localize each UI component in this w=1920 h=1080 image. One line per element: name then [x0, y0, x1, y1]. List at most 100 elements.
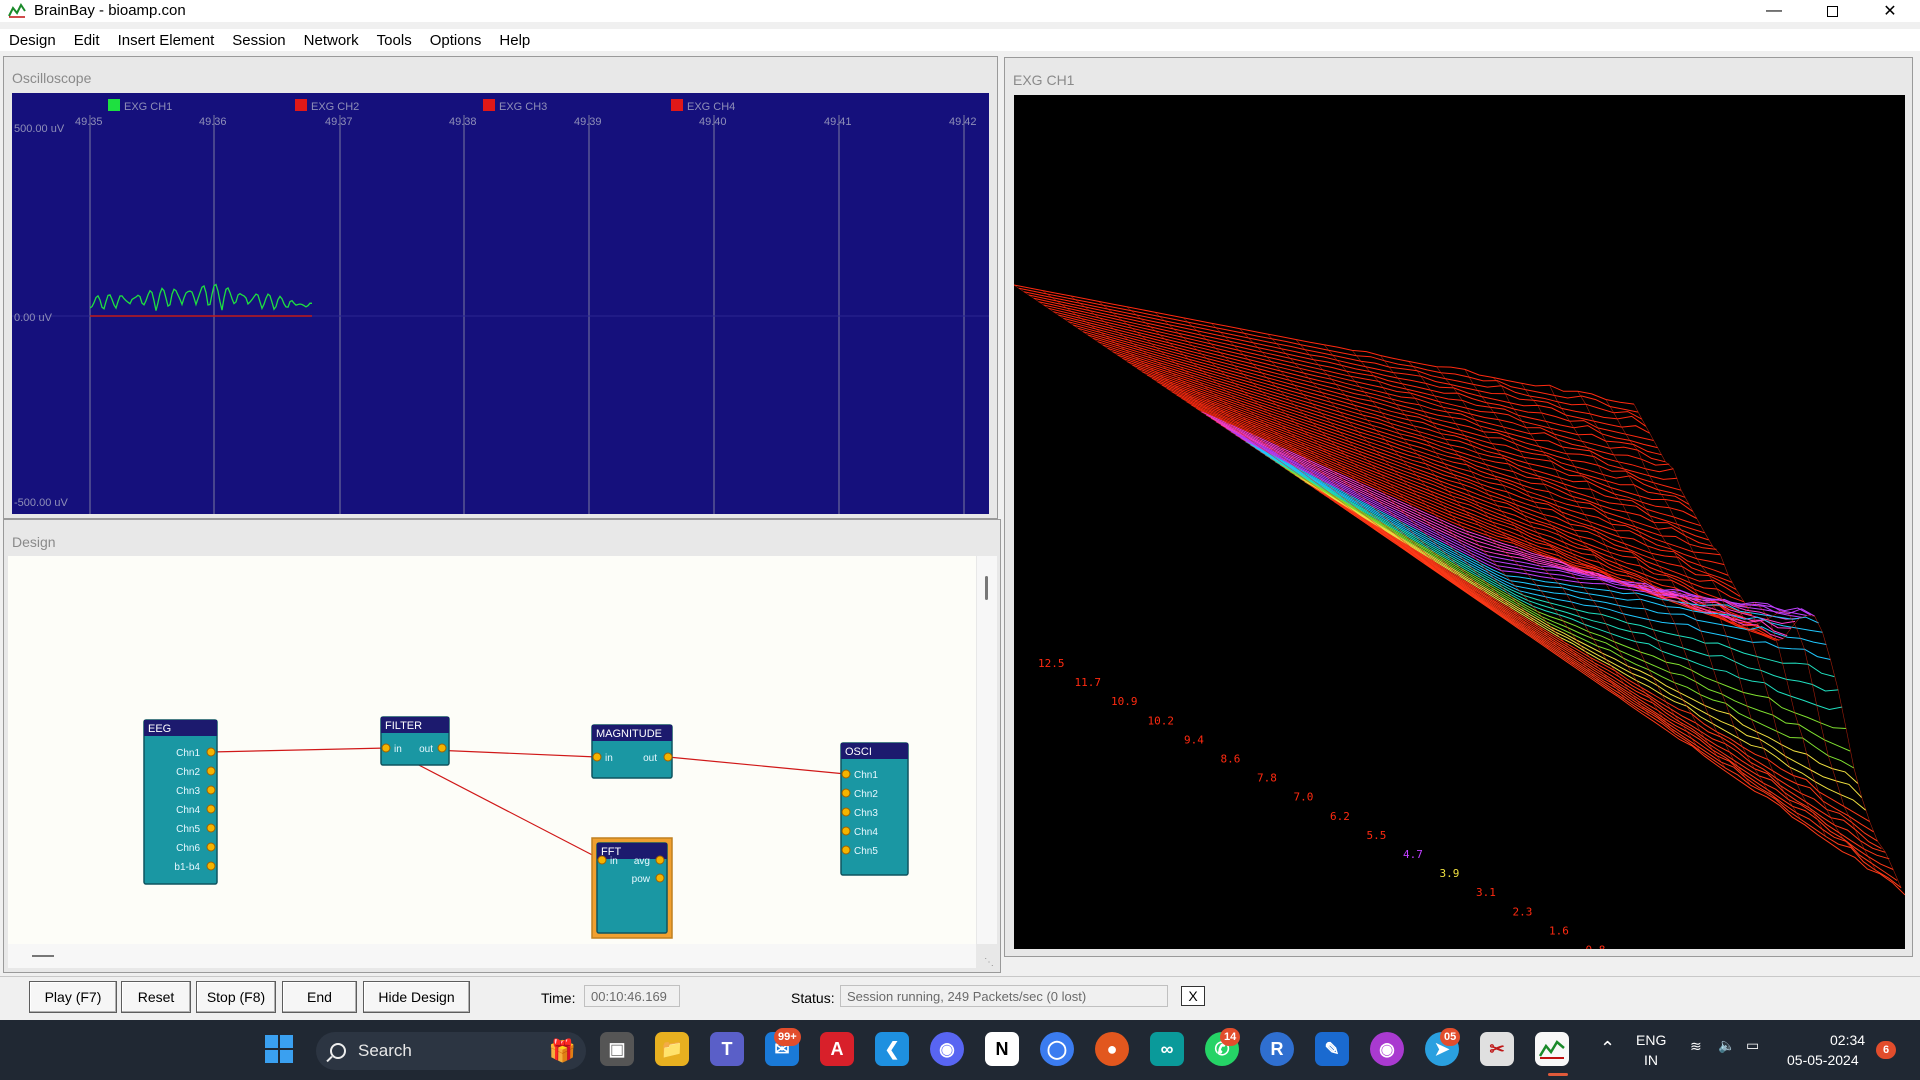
battery-icon[interactable]: ▭ — [1746, 1037, 1759, 1054]
menu-design[interactable]: Design — [0, 29, 65, 51]
reset-button[interactable]: Reset — [121, 981, 191, 1013]
port-label: Chn6 — [176, 843, 200, 854]
filter-element-title: FILTER — [385, 720, 422, 732]
horizontal-scroll-thumb[interactable] — [32, 955, 54, 957]
menu-insert-element[interactable]: Insert Element — [109, 29, 224, 51]
eeg-element-body — [143, 719, 218, 885]
spectrum-column-line — [1408, 361, 1701, 752]
menu-tools[interactable]: Tools — [368, 29, 421, 51]
port-connector — [597, 855, 607, 865]
taskbar-search[interactable]: Search 🎁 — [316, 1032, 586, 1070]
menu-help[interactable]: Help — [490, 29, 539, 51]
spectrum-3d-plot[interactable]: 12.5 11.7 10.9 10.2 9.4 8.6 7.8 7.0 6.2 5.5 4.7 3.9… — [1014, 95, 1905, 949]
design-horizontal-scrollbar[interactable] — [8, 944, 976, 968]
frequency-label: 9.4 — [1184, 733, 1204, 746]
design-panel[interactable]: Design EEG Chn1 Chn2 Chn3 Chn4 Chn5 Chn6 b1-b4 F… — [3, 519, 1001, 973]
close-status-button[interactable]: X — [1181, 986, 1205, 1006]
spectrum-row-line — [1068, 321, 1678, 480]
time-tick-label: 49.39 — [574, 116, 602, 128]
oscilloscope-canvas: 49.35 49.36 49.37 49.38 49.39 49.40 49.41 49.42… — [12, 99, 989, 514]
maximize-button[interactable] — [1803, 0, 1861, 22]
arduino-icon[interactable]: ∞ — [1150, 1032, 1184, 1066]
notification-badge[interactable]: 6 — [1876, 1041, 1896, 1059]
channel-legend-label: EXG CH2 — [311, 101, 359, 113]
spectrum-column-line — [1633, 403, 1902, 888]
port-label: out — [643, 753, 657, 764]
spectrum-title: EXG CH1 — [1013, 72, 1075, 88]
link-magnitude-osci — [667, 756, 847, 775]
tray-chevron-icon[interactable]: ⌃ — [1600, 1038, 1615, 1059]
task-view-icon[interactable]: ▣ — [600, 1032, 634, 1066]
status-field: Session running, 249 Packets/sec (0 lost… — [840, 985, 1168, 1007]
play-button[interactable]: Play (F7) — [29, 981, 117, 1013]
windows-logo-icon — [265, 1035, 293, 1063]
language-bottom[interactable]: IN — [1644, 1052, 1658, 1068]
menu-edit[interactable]: Edit — [65, 29, 109, 51]
r-app-icon[interactable]: R — [1260, 1032, 1294, 1066]
port-connector — [206, 747, 216, 757]
notion-icon[interactable]: N — [985, 1032, 1019, 1066]
design-title: Design — [12, 534, 56, 550]
spectrum-row-line — [1324, 494, 1882, 850]
signal-icon[interactable]: ◯ — [1040, 1032, 1074, 1066]
port-connector — [655, 855, 665, 865]
oscilloscope-plot[interactable]: 49.35 49.36 49.37 49.38 49.39 49.40 49.41 49.42… — [12, 93, 989, 514]
vscode-icon[interactable]: ❮ — [875, 1032, 909, 1066]
resize-grip-icon[interactable]: ⋱ — [984, 957, 994, 968]
minimize-button[interactable]: — — [1745, 0, 1803, 22]
clock-time[interactable]: 02:34 — [1830, 1032, 1865, 1048]
brainbay-taskbar-icon[interactable] — [1535, 1032, 1569, 1066]
design-graph: EEG Chn1 Chn2 Chn3 Chn4 Chn5 Chn6 b1-b4 FILTER in… — [143, 716, 909, 939]
teams-icon[interactable]: T — [710, 1032, 744, 1066]
menu-options[interactable]: Options — [421, 29, 491, 51]
time-field: 00:10:46.169 — [584, 985, 680, 1007]
spectrum-panel[interactable]: EXG CH1 12.5 11.7 10.9 10.2 9.4 8.6 7.8 7.0 6.2 5… — [1004, 57, 1913, 957]
vertical-scroll-thumb[interactable] — [985, 576, 988, 600]
design-canvas[interactable]: EEG Chn1 Chn2 Chn3 Chn4 Chn5 Chn6 b1-b4 FILTER in… — [8, 556, 976, 944]
frequency-label: 2.3 — [1513, 905, 1533, 918]
port-connector — [841, 807, 851, 817]
menu-network[interactable]: Network — [295, 29, 368, 51]
y-bottom-label: -500.00 uV — [14, 497, 68, 509]
firefox-icon[interactable]: ● — [1095, 1032, 1129, 1066]
oscilloscope-panel[interactable]: Oscilloscope 49.35 49.36 49.37 49.38 49.39 49… — [3, 56, 998, 519]
frequency-label: 3.1 — [1476, 886, 1496, 899]
port-label: pow — [632, 874, 651, 885]
frequency-label: 7.8 — [1257, 772, 1277, 785]
menu-session[interactable]: Session — [223, 29, 294, 51]
github-desktop-icon[interactable]: ◉ — [1370, 1032, 1404, 1066]
paint-icon[interactable]: ✎ — [1315, 1032, 1349, 1066]
volume-icon[interactable]: 🔈 — [1718, 1037, 1735, 1054]
taskbar: Search 🎁 ▣ 📁 T ✉ 99+ A ❮ ◉ N ◯ ● ∞ ✆ 14 … — [0, 1020, 1920, 1080]
stop-button[interactable]: Stop (F8) — [196, 981, 276, 1013]
oscilloscope-title: Oscilloscope — [12, 70, 92, 86]
language-top[interactable]: ENG — [1636, 1032, 1666, 1048]
port-connector — [841, 845, 851, 855]
file-explorer-icon[interactable]: 📁 — [655, 1032, 689, 1066]
port-label: b1-b4 — [174, 862, 200, 873]
port-connector — [206, 766, 216, 776]
osci-element-title: OSCI — [845, 746, 872, 758]
wifi-icon[interactable]: ≋ — [1690, 1038, 1702, 1055]
end-button[interactable]: End — [282, 981, 357, 1013]
design-vertical-scrollbar[interactable] — [977, 556, 997, 944]
snipping-tool-icon[interactable]: ✂ — [1480, 1032, 1514, 1066]
start-button[interactable] — [262, 1032, 296, 1066]
close-window-button[interactable]: ✕ — [1861, 0, 1919, 22]
clock-date[interactable]: 05-05-2024 — [1787, 1052, 1859, 1068]
port-label: Chn5 — [176, 824, 200, 835]
port-label: Chn1 — [854, 770, 878, 781]
discord-icon[interactable]: ◉ — [930, 1032, 964, 1066]
hide-design-button[interactable]: Hide Design — [363, 981, 470, 1013]
search-label: Search — [358, 1041, 412, 1060]
time-tick-label: 49.37 — [325, 116, 353, 128]
frequency-label: 10.9 — [1111, 695, 1138, 708]
channel-color-swatch — [483, 99, 495, 111]
port-label: Chn3 — [176, 786, 200, 797]
acrobat-icon[interactable]: A — [820, 1032, 854, 1066]
brainbay-window: BrainBay - bioamp.con — ✕ Design Edit In… — [0, 0, 1920, 1080]
port-connector — [206, 861, 216, 871]
spectrum-column-line — [1154, 312, 1475, 598]
port-label: out — [419, 744, 433, 755]
magnitude-element-title: MAGNITUDE — [596, 728, 662, 740]
